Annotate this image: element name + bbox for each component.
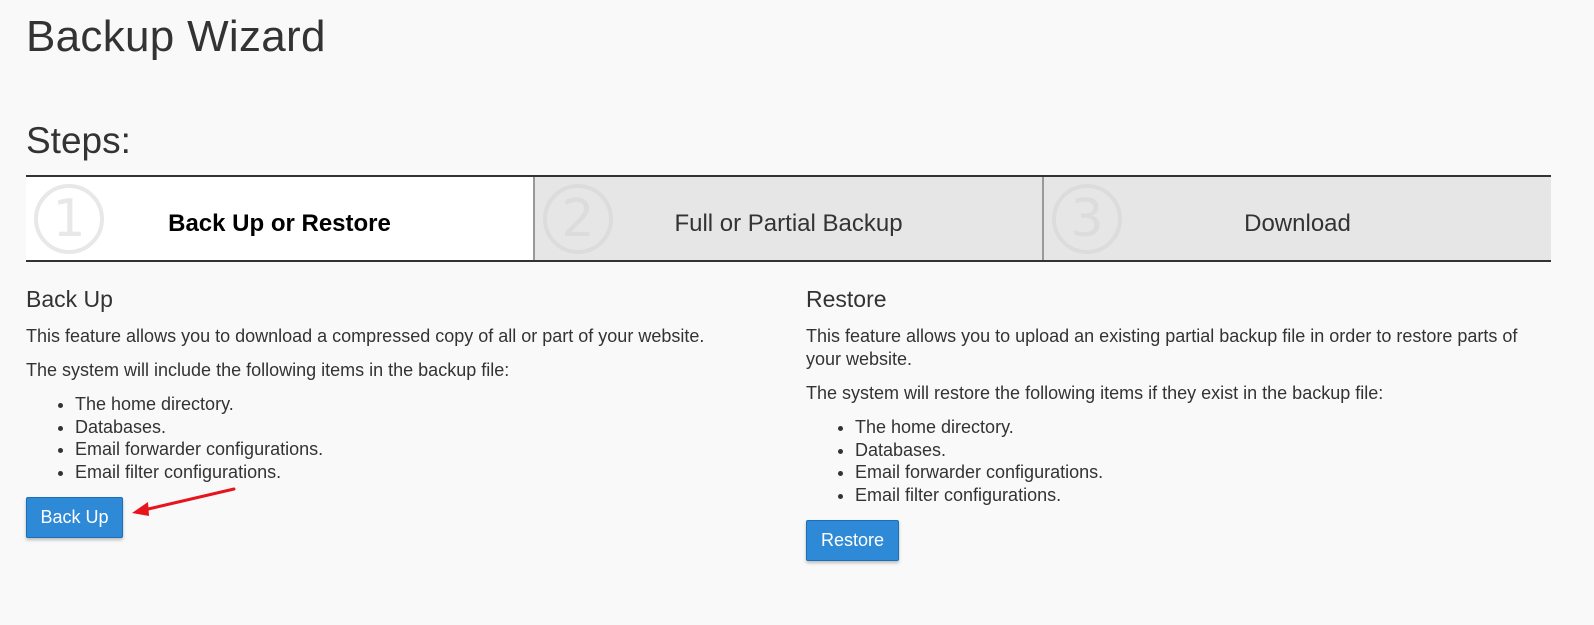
- page-title: Backup Wizard: [26, 12, 326, 61]
- step-full-or-partial-backup: 2 Full or Partial Backup: [533, 177, 1042, 260]
- restore-button[interactable]: Restore: [806, 520, 899, 561]
- back-up-button[interactable]: Back Up: [26, 497, 123, 538]
- list-item: Databases.: [75, 416, 766, 439]
- backup-items-list: The home directory. Databases. Email for…: [26, 393, 766, 483]
- restore-description: This feature allows you to upload an exi…: [806, 326, 1518, 369]
- list-item: The home directory.: [75, 393, 766, 416]
- list-item: Email filter configurations.: [75, 461, 766, 484]
- list-item: Email forwarder configurations.: [855, 461, 1551, 484]
- steps-heading: Steps:: [26, 120, 131, 161]
- step-2-label: Full or Partial Backup: [674, 210, 903, 237]
- restore-panel: Restore This feature allows you to uploa…: [806, 283, 1551, 561]
- list-item: Email filter configurations.: [855, 484, 1551, 507]
- list-item: Databases.: [855, 439, 1551, 462]
- restore-items-list: The home directory. Databases. Email for…: [806, 416, 1551, 506]
- restore-items-intro: The system will restore the following it…: [806, 383, 1384, 403]
- step-download: 3 Download: [1042, 177, 1551, 260]
- wizard-steps: 1 Back Up or Restore 2 Full or Partial B…: [26, 175, 1551, 262]
- list-item: The home directory.: [855, 416, 1551, 439]
- list-item: Email forwarder configurations.: [75, 438, 766, 461]
- step-1-label: Back Up or Restore: [168, 210, 391, 237]
- backup-heading: Back Up: [26, 286, 113, 312]
- backup-items-intro: The system will include the following it…: [26, 360, 510, 380]
- restore-heading: Restore: [806, 286, 887, 312]
- backup-description: This feature allows you to download a co…: [26, 326, 705, 346]
- step-back-up-or-restore: 1 Back Up or Restore: [26, 177, 533, 260]
- annotation-arrow-icon: [132, 487, 236, 516]
- step-3-label: Download: [1244, 210, 1351, 237]
